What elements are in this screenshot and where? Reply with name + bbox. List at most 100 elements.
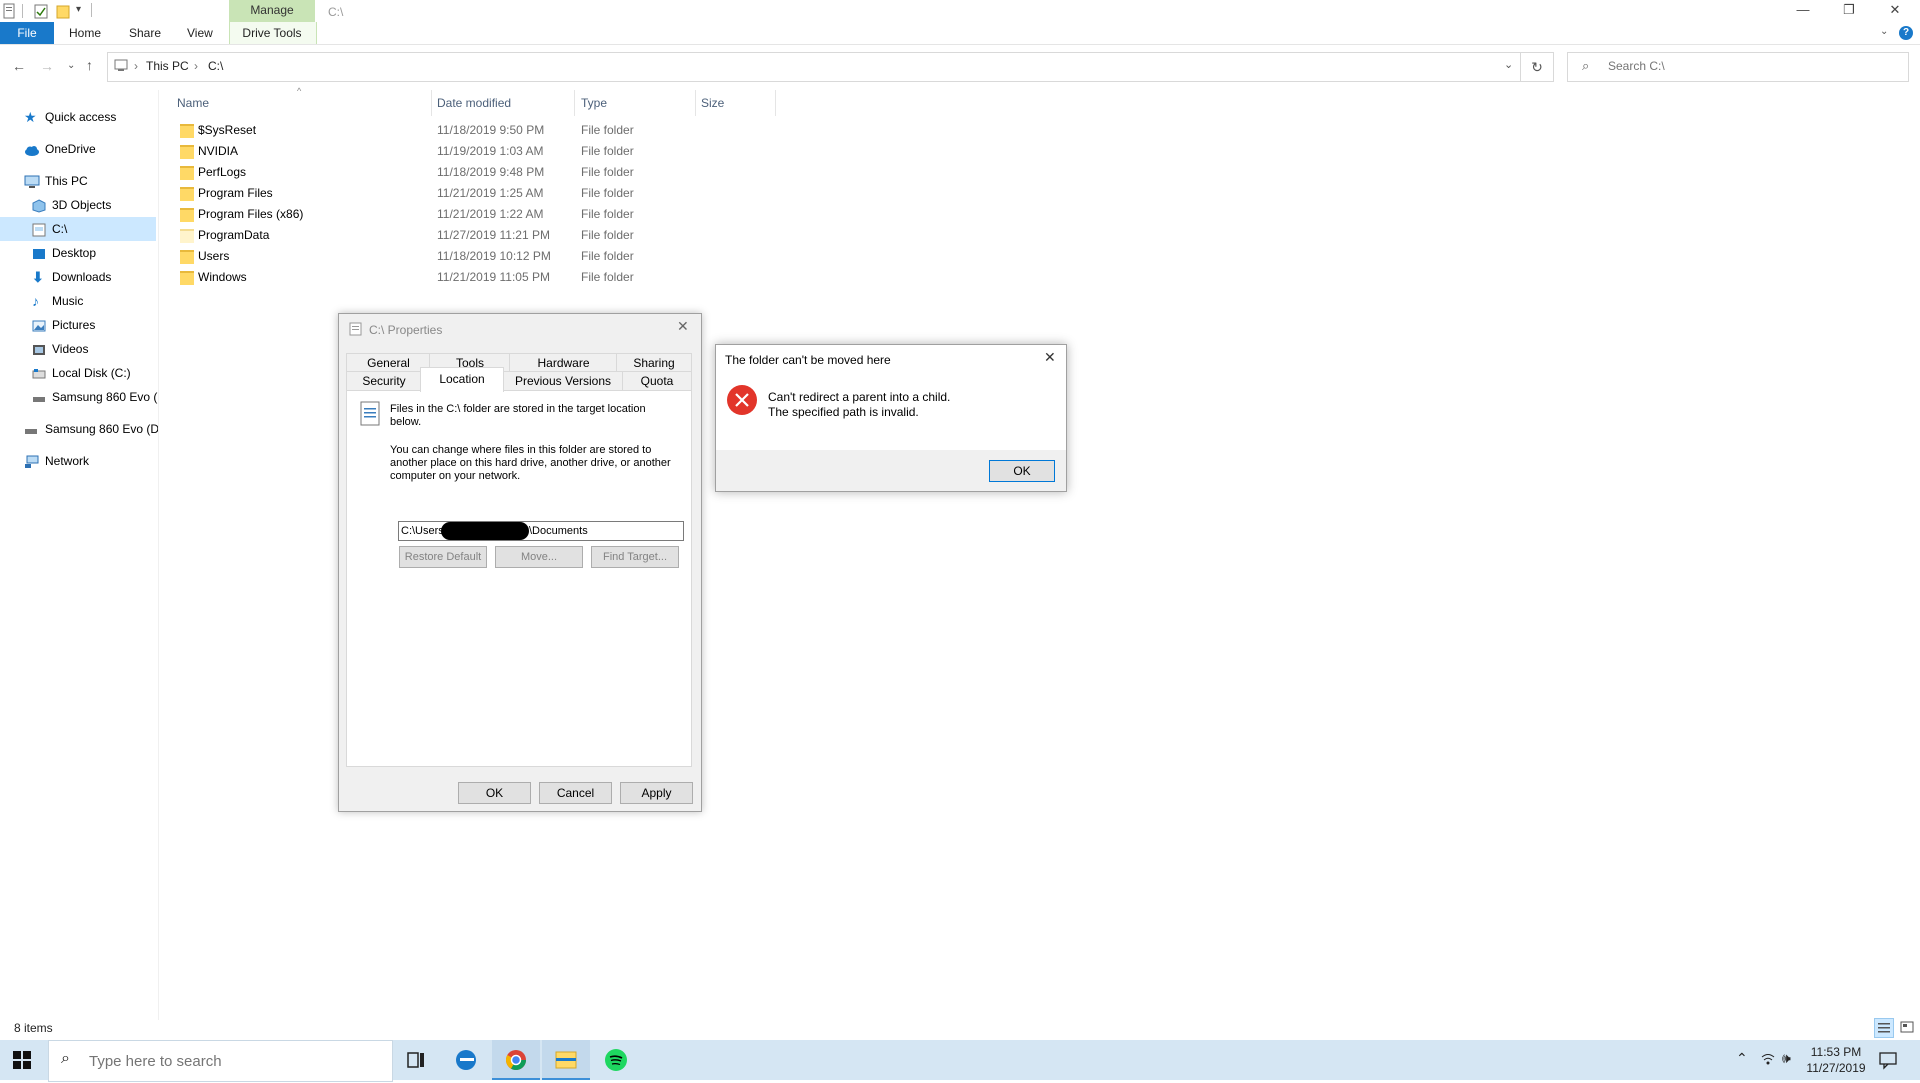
forward-arrow-icon[interactable]: → xyxy=(40,58,54,74)
sidebar-item-samsung-evo-d[interactable]: Samsung 860 Evo (D: xyxy=(24,418,158,440)
column-divider[interactable] xyxy=(775,90,776,116)
edge-browser-icon[interactable] xyxy=(442,1040,490,1080)
breadcrumb-this-pc[interactable]: This PC xyxy=(146,59,189,73)
tab-general[interactable]: General xyxy=(346,353,431,373)
sidebar-item-this-pc[interactable]: This PC xyxy=(24,170,158,192)
chrome-browser-icon[interactable] xyxy=(492,1040,540,1080)
column-header-type[interactable]: Type xyxy=(581,92,607,114)
column-header-date[interactable]: Date modified xyxy=(437,92,511,114)
tab-location[interactable]: Location xyxy=(420,367,504,392)
tab-home[interactable]: Home xyxy=(69,22,101,44)
sidebar-item-3d-objects[interactable]: 3D Objects xyxy=(32,194,158,216)
sidebar-item-videos[interactable]: Videos xyxy=(32,338,158,360)
chevron-right-icon[interactable]: › xyxy=(194,59,198,73)
back-arrow-icon[interactable]: ← xyxy=(12,58,26,74)
windows-start-icon[interactable] xyxy=(12,1050,32,1073)
close-button[interactable]: ✕ xyxy=(1872,0,1918,22)
ok-button[interactable]: OK xyxy=(989,460,1055,482)
search-input[interactable] xyxy=(1606,58,1890,74)
column-header-size[interactable]: Size xyxy=(701,92,724,114)
help-icon[interactable]: ? xyxy=(1899,26,1913,40)
sidebar-item-downloads[interactable]: ⬇ Downloads xyxy=(32,266,158,288)
sidebar-item-music[interactable]: ♪ Music xyxy=(32,290,158,312)
table-row[interactable]: NVIDIA 11/19/2019 1:03 AM File folder xyxy=(175,141,775,162)
table-row[interactable]: Program Files (x86) 11/21/2019 1:22 AM F… xyxy=(175,204,775,225)
column-divider[interactable] xyxy=(431,90,432,116)
clock-date[interactable]: 11/27/2019 xyxy=(1802,1061,1870,1075)
sidebar-item-network[interactable]: Network xyxy=(24,450,158,472)
customize-dropdown-icon[interactable]: ▾ xyxy=(76,4,81,15)
table-row[interactable]: Program Files 11/21/2019 1:25 AM File fo… xyxy=(175,183,775,204)
task-view-button[interactable] xyxy=(392,1040,440,1080)
table-row[interactable]: Users 11/18/2019 10:12 PM File folder xyxy=(175,246,775,267)
download-icon: ⬇ xyxy=(32,269,44,285)
table-row[interactable]: $SysReset 11/18/2019 9:50 PM File folder xyxy=(175,120,775,141)
sidebar-item-samsung-evo-1[interactable]: Samsung 860 Evo ( xyxy=(32,386,158,408)
computer-icon xyxy=(24,174,40,188)
sidebar-item-quick-access[interactable]: ★ Quick access xyxy=(24,106,158,128)
show-hidden-icons-icon[interactable]: ⌃ xyxy=(1736,1050,1748,1067)
taskbar-search-input[interactable] xyxy=(87,1052,381,1071)
volume-icon[interactable]: 🕪 xyxy=(1782,1050,1791,1067)
column-divider[interactable] xyxy=(695,90,696,116)
tab-share[interactable]: Share xyxy=(129,22,161,44)
file-type: File folder xyxy=(581,165,634,179)
up-arrow-icon[interactable]: ↑ xyxy=(86,57,93,73)
address-bar[interactable]: › This PC › C:\ ⌄ xyxy=(107,52,1521,82)
close-icon[interactable]: ✕ xyxy=(1044,349,1056,366)
tab-drive-tools[interactable]: Drive Tools xyxy=(229,22,315,44)
manage-context-label: Manage xyxy=(229,0,315,22)
tab-view[interactable]: View xyxy=(187,22,213,44)
restore-button[interactable]: ❐ xyxy=(1826,0,1872,22)
breadcrumb-c-drive[interactable]: C:\ xyxy=(208,59,223,73)
tab-sharing[interactable]: Sharing xyxy=(616,353,692,373)
sidebar-item-pictures[interactable]: Pictures xyxy=(32,314,158,336)
restore-default-button[interactable]: Restore Default xyxy=(399,546,487,568)
search-box[interactable]: ⌕ xyxy=(1567,52,1909,82)
table-row[interactable]: ProgramData 11/27/2019 11:21 PM File fol… xyxy=(175,225,775,246)
checkmark-icon[interactable] xyxy=(34,3,50,19)
document-folder-icon xyxy=(360,401,382,430)
sidebar-item-desktop[interactable]: Desktop xyxy=(32,242,158,264)
tab-quota[interactable]: Quota xyxy=(622,371,692,391)
file-explorer-icon[interactable] xyxy=(542,1040,590,1080)
large-icons-view-icon[interactable] xyxy=(1898,1018,1916,1036)
wifi-icon[interactable] xyxy=(1760,1051,1776,1070)
chevron-down-icon[interactable]: ⌄ xyxy=(1504,58,1513,71)
expand-ribbon-icon[interactable]: ⌄ xyxy=(1880,26,1888,37)
refresh-icon[interactable]: ↻ xyxy=(1521,52,1554,82)
redacted-username xyxy=(441,522,529,540)
recent-locations-icon[interactable]: ⌄ xyxy=(67,60,75,71)
tab-hardware[interactable]: Hardware xyxy=(509,353,618,373)
sidebar-item-local-disk[interactable]: Local Disk (C:) xyxy=(32,362,158,384)
sidebar-item-c-drive[interactable]: C:\ xyxy=(32,218,158,240)
minimize-button[interactable]: — xyxy=(1780,0,1826,22)
target-path-input[interactable]: C:\Users \Documents xyxy=(398,521,684,541)
close-icon[interactable]: ✕ xyxy=(677,318,689,335)
new-folder-icon[interactable] xyxy=(56,3,72,19)
column-divider[interactable] xyxy=(574,90,575,116)
tab-security[interactable]: Security xyxy=(346,371,422,391)
notifications-icon[interactable] xyxy=(1878,1050,1898,1073)
details-view-icon[interactable] xyxy=(1874,1018,1894,1038)
apply-button[interactable]: Apply xyxy=(620,782,693,804)
spotify-icon[interactable] xyxy=(592,1040,640,1080)
error-dialog: The folder can't be moved here ✕ Can't r… xyxy=(715,344,1067,492)
column-header-name[interactable]: Name xyxy=(177,92,209,114)
cancel-button[interactable]: Cancel xyxy=(539,782,612,804)
tab-previous-versions[interactable]: Previous Versions xyxy=(502,371,624,391)
table-row[interactable]: Windows 11/21/2019 11:05 PM File folder xyxy=(175,267,775,288)
move-button[interactable]: Move... xyxy=(495,546,583,568)
table-row[interactable]: PerfLogs 11/18/2019 9:48 PM File folder xyxy=(175,162,775,183)
tab-file[interactable]: File xyxy=(0,22,54,44)
sidebar-item-label: Music xyxy=(52,294,84,308)
sidebar-item-onedrive[interactable]: OneDrive xyxy=(24,138,158,160)
clock-time[interactable]: 11:53 PM xyxy=(1806,1045,1866,1059)
ok-button[interactable]: OK xyxy=(458,782,531,804)
find-target-button[interactable]: Find Target... xyxy=(591,546,679,568)
properties-icon[interactable] xyxy=(3,3,19,19)
chevron-right-icon[interactable]: › xyxy=(134,59,138,73)
path-prefix: C:\Users xyxy=(401,525,444,537)
taskbar-search-box[interactable]: ⌕ xyxy=(48,1040,393,1082)
file-date: 11/18/2019 9:50 PM xyxy=(437,123,545,137)
